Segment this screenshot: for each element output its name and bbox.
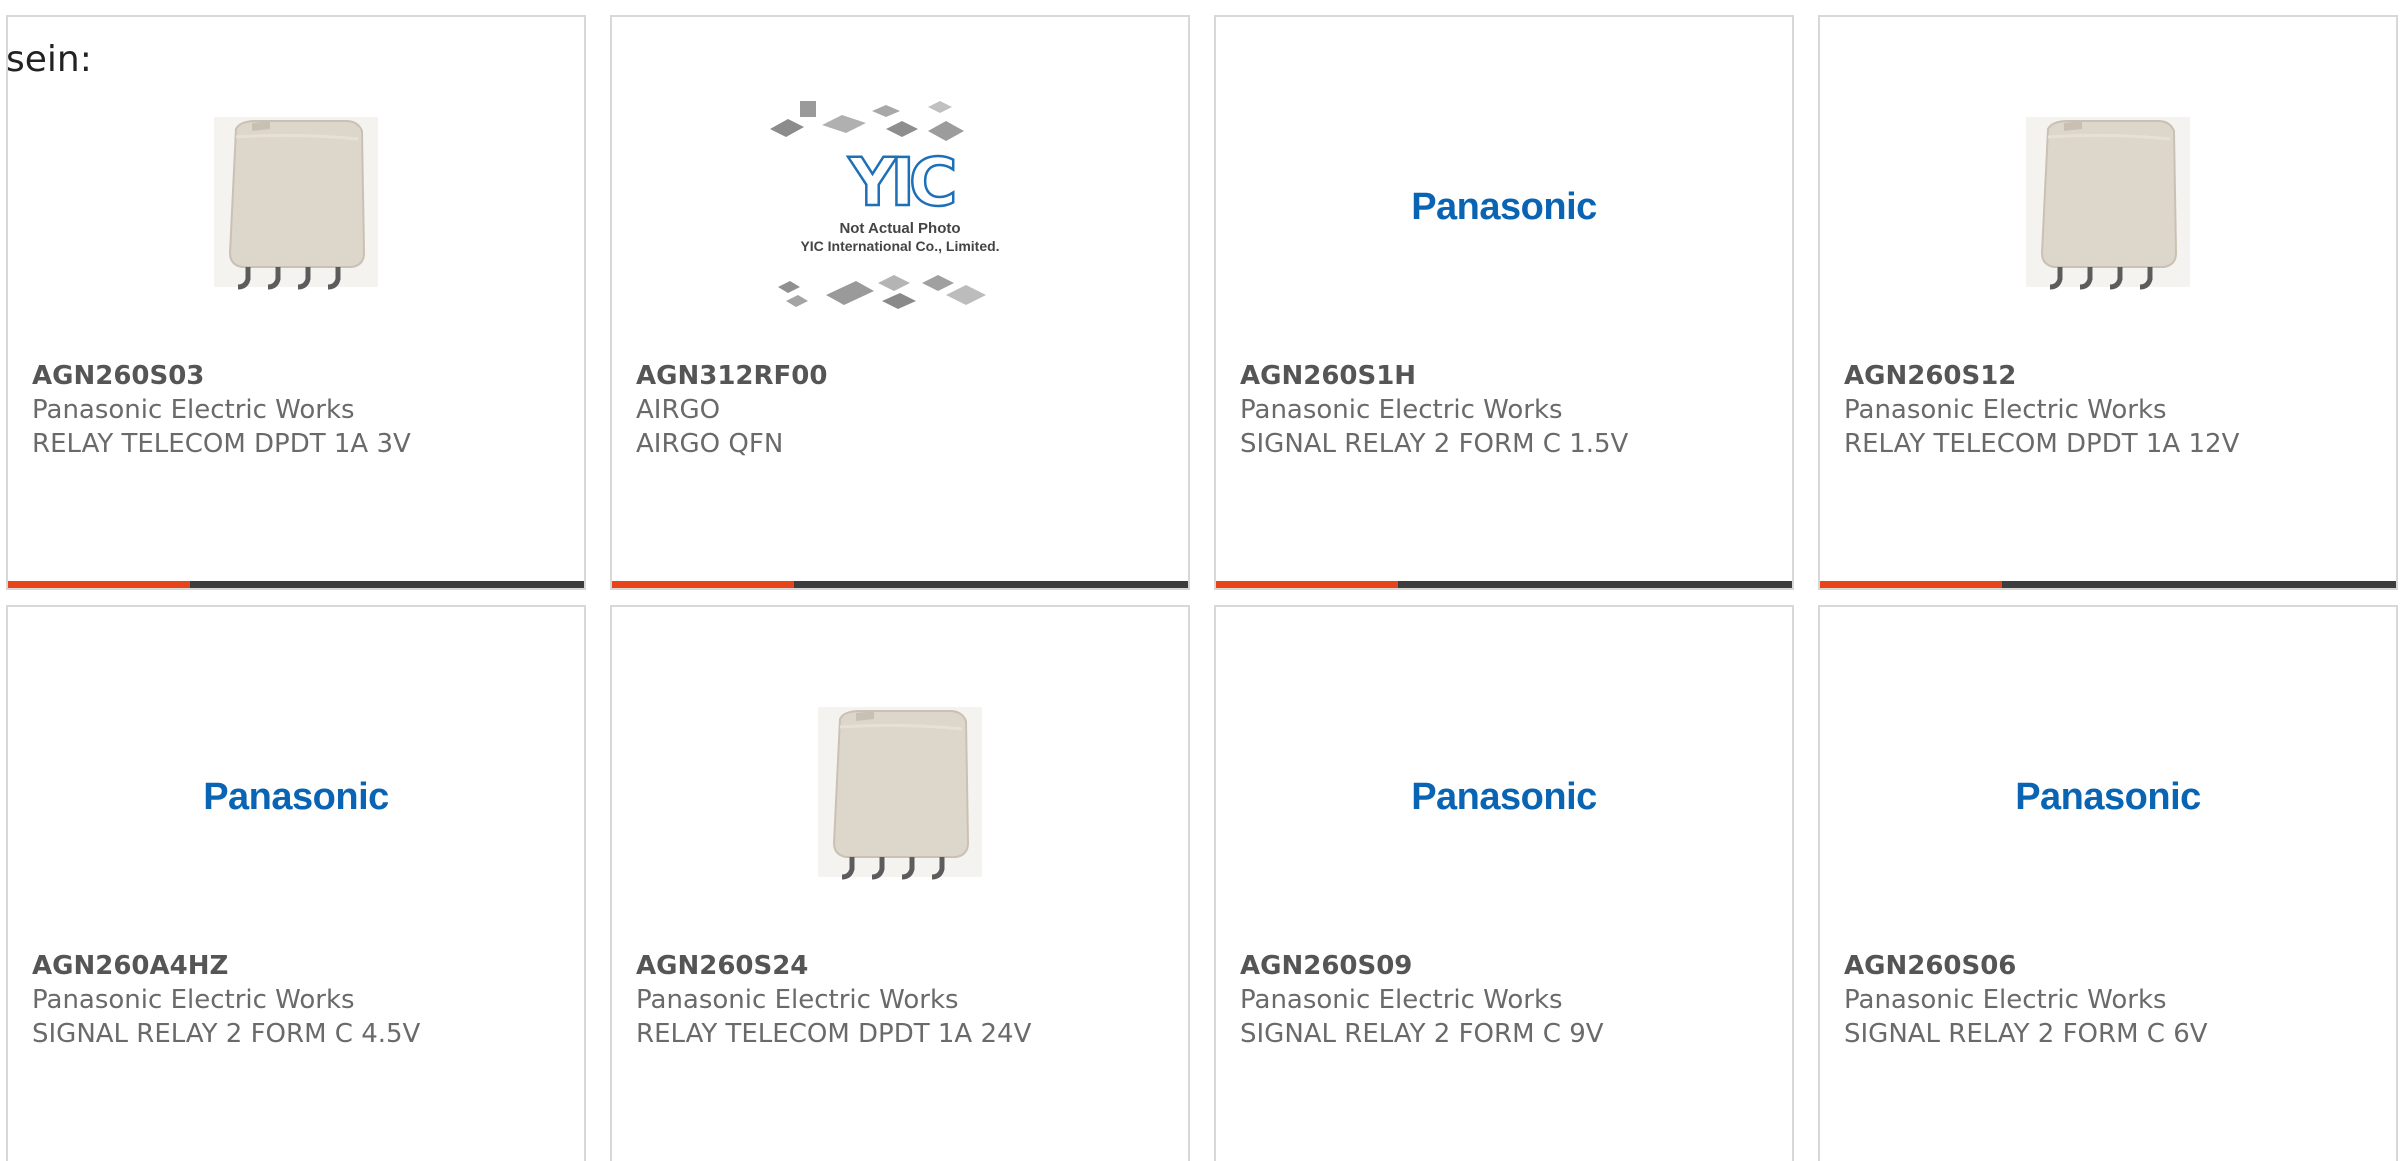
product-info: AGN260A4HZ Panasonic Electric Works SIGN… [32,949,568,1051]
manufacturer: Panasonic Electric Works [1240,985,1563,1015]
panasonic-logo-icon: Panasonic [203,775,389,818]
manufacturer: AIRGO [636,395,721,425]
description: SIGNAL RELAY 2 FORM C 9V [1240,1019,1604,1049]
product-card[interactable]: AGN260S12 Panasonic Electric Works RELAY… [1818,15,2398,590]
product-card[interactable]: Panasonic AGN260A4HZ Panasonic Electric … [6,605,586,1161]
panasonic-logo-icon: Panasonic [1411,775,1597,818]
description: AIRGO QFN [636,429,784,459]
manufacturer: Panasonic Electric Works [1240,395,1563,425]
lead-text: sein: [6,39,92,80]
relay-photo-icon [214,117,378,290]
description: SIGNAL RELAY 2 FORM C 1.5V [1240,429,1629,459]
part-number[interactable]: AGN260S12 [1844,359,2380,393]
product-card[interactable]: YIC Not Actual Photo YIC International C… [610,15,1190,590]
card-accent-bar [1820,581,2002,588]
manufacturer: Panasonic Electric Works [32,985,355,1015]
product-image[interactable]: Panasonic [1216,677,1792,917]
yic-logo-text: YIC [848,144,954,221]
manufacturer: Panasonic Electric Works [1844,395,2167,425]
card-bottom-bar [1820,581,2396,588]
product-card[interactable]: Panasonic AGN260S06 Panasonic Electric W… [1818,605,2398,1161]
part-number[interactable]: AGN260S09 [1240,949,1776,983]
product-info: AGN260S06 Panasonic Electric Works SIGNA… [1844,949,2380,1051]
description: RELAY TELECOM DPDT 1A 24V [636,1019,1032,1049]
product-info: AGN260S09 Panasonic Electric Works SIGNA… [1240,949,1776,1051]
product-info: AGN260S1H Panasonic Electric Works SIGNA… [1240,359,1776,461]
description: SIGNAL RELAY 2 FORM C 6V [1844,1019,2208,1049]
panasonic-logo-icon: Panasonic [1411,185,1597,228]
product-image[interactable]: YIC Not Actual Photo YIC International C… [612,87,1188,327]
product-info: AGN260S12 Panasonic Electric Works RELAY… [1844,359,2380,461]
card-bottom-bar [8,581,584,588]
description: RELAY TELECOM DPDT 1A 3V [32,429,411,459]
description: RELAY TELECOM DPDT 1A 12V [1844,429,2240,459]
card-accent-bar [8,581,190,588]
product-info: AGN260S03 Panasonic Electric Works RELAY… [32,359,568,461]
product-image[interactable] [1820,87,2396,327]
description: SIGNAL RELAY 2 FORM C 4.5V [32,1019,421,1049]
panasonic-logo-icon: Panasonic [2015,775,2201,818]
product-image[interactable]: Panasonic [1820,677,2396,917]
manufacturer: Panasonic Electric Works [1844,985,2167,1015]
part-number[interactable]: AGN260S24 [636,949,1172,983]
not-actual-photo-text: Not Actual Photo [839,220,960,237]
product-image[interactable]: Panasonic [8,677,584,917]
part-number[interactable]: AGN260S06 [1844,949,2380,983]
product-image[interactable] [612,677,1188,917]
relay-photo-icon [818,707,982,880]
relay-photo-icon [2026,117,2190,290]
part-number[interactable]: AGN260A4HZ [32,949,568,983]
product-info: AGN260S24 Panasonic Electric Works RELAY… [636,949,1172,1051]
card-accent-bar [1216,581,1398,588]
product-card[interactable]: AGN260S24 Panasonic Electric Works RELAY… [610,605,1190,1161]
product-card[interactable]: AGN260S03 Panasonic Electric Works RELAY… [6,15,586,590]
card-bottom-bar [1216,581,1792,588]
product-grid-page: sein: AGN260S03 Panasonic Electric Works… [0,0,2400,1161]
part-number[interactable]: AGN260S1H [1240,359,1776,393]
product-info: AGN312RF00 AIRGO AIRGO QFN [636,359,1172,461]
part-number[interactable]: AGN312RF00 [636,359,1172,393]
product-image[interactable]: Panasonic [1216,87,1792,327]
product-card[interactable]: Panasonic AGN260S09 Panasonic Electric W… [1214,605,1794,1161]
card-bottom-bar [612,581,1188,588]
manufacturer: Panasonic Electric Works [32,395,355,425]
product-image[interactable] [8,87,584,327]
yic-company-text: YIC International Co., Limited. [800,238,999,254]
not-actual-photo-placeholder-icon: YIC Not Actual Photo YIC International C… [770,101,1000,309]
product-card[interactable]: Panasonic AGN260S1H Panasonic Electric W… [1214,15,1794,590]
card-accent-bar [612,581,794,588]
part-number[interactable]: AGN260S03 [32,359,568,393]
manufacturer: Panasonic Electric Works [636,985,959,1015]
